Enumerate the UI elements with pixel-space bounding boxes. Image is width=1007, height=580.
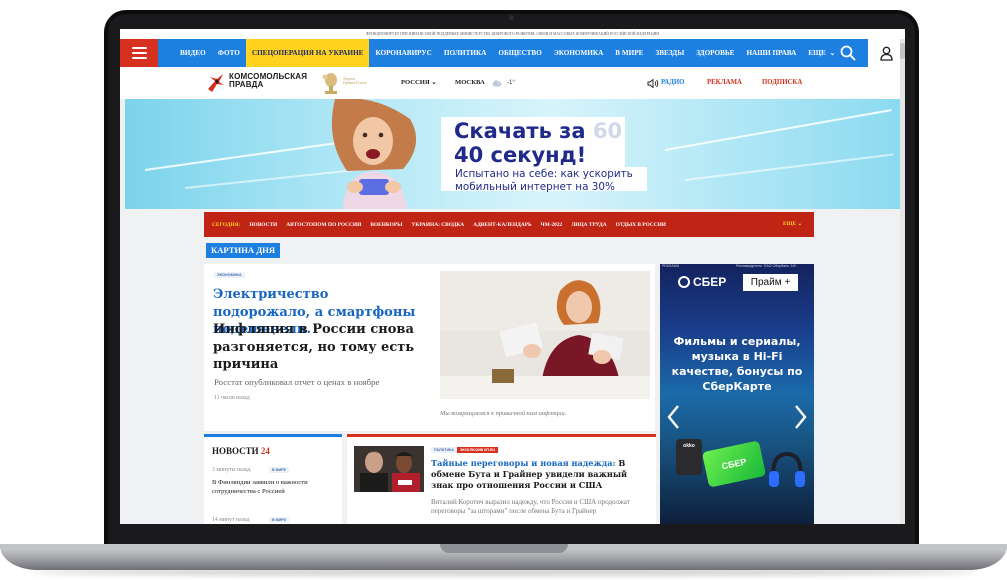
subnav-item-3[interactable]: ВОЕНКОРЫ <box>370 222 402 228</box>
news-item[interactable]: В Финляндии заявили о важности сотруднич… <box>212 479 338 496</box>
subnav-item-5[interactable]: АДВЕНТ-КАЛЕНДАРЬ <box>473 222 531 228</box>
region-select[interactable]: РОССИЯ ⌄ <box>401 67 437 99</box>
headphones-icon <box>769 451 805 487</box>
laptop-notch <box>440 544 568 553</box>
photo-caption: Мы возвращаемся к привычной нам инфляции… <box>440 410 567 417</box>
lead-photo[interactable] <box>440 271 650 399</box>
nav-item-1[interactable]: ВИДЕО <box>174 39 212 67</box>
subnav-item-1[interactable]: НОВОСТИ <box>249 222 277 228</box>
subnav-item-7[interactable]: ЛИЦА ТРУДА <box>571 222 606 228</box>
okko-logo: okko <box>676 439 702 475</box>
subnav-item-4[interactable]: УКРАИНА: СВОДКА <box>411 222 464 228</box>
subscribe-link[interactable]: ПОДПИСКА <box>762 67 802 99</box>
logo-line2: ПРАВДА <box>229 80 264 89</box>
news-tag[interactable]: В МИРЕ <box>269 517 289 523</box>
nav-item-9[interactable]: ЗВЕЗДЫ <box>649 39 690 67</box>
speaker-icon[interactable] <box>647 79 659 88</box>
nav-items: ВИДЕО ФОТО СПЕЦОПЕРАЦИЯ НА УКРАИНЕ КОРОНАВИ… <box>158 39 841 67</box>
banner-title-line2: 40 секунд! <box>454 143 587 167</box>
nav-item-7[interactable]: ЭКОНОМИКА <box>548 39 609 67</box>
picture-of-day-label: КАРТИНА ДНЯ <box>206 243 281 258</box>
sber-logo: СБЕР <box>678 274 726 290</box>
banner-title: Скачать за 60 <box>454 119 623 143</box>
camera <box>509 15 514 20</box>
prime-badge: Прайм + <box>743 274 798 291</box>
chevron-left-icon[interactable] <box>666 404 682 430</box>
lead-headline[interactable]: Инфляция в России снова разгоняется, но … <box>213 321 423 374</box>
news-tag[interactable]: В МИРЕ <box>269 467 289 473</box>
subnav-more[interactable]: ЕЩЕ ⌄ <box>783 212 802 237</box>
side-ad-banner[interactable]: РЕКЛАМА Рекламодатель: ПАО Сбербанк. 18+… <box>660 264 814 524</box>
banner-subtitle: Испытано на себе: как ускорить <box>455 168 633 180</box>
sber-card-image: СБЕР <box>701 440 767 488</box>
city-label[interactable]: МОСКВА <box>455 67 485 99</box>
nav-item-3[interactable]: СПЕЦОПЕРАЦИЯ НА УКРАИНЕ <box>245 39 370 67</box>
exclusive-badge: ЭКСКЛЮЗИВ КП.RU <box>457 447 499 453</box>
nav-item-11[interactable]: НАШИ ПРАВА <box>740 39 802 67</box>
main-nav: ВИДЕО ФОТО СПЕЦОПЕРАЦИЯ НА УКРАИНЕ КОРОНАВИ… <box>120 39 905 67</box>
award-icon <box>322 73 337 94</box>
subnav-item-8[interactable]: ОТДЫХ В РОССИИ <box>616 222 666 228</box>
story-photo[interactable] <box>354 446 424 492</box>
site-header: КОМСОМОЛЬСКАЯ ПРАВДА Лауреат Премии Руне… <box>120 67 900 99</box>
chevron-right-icon[interactable] <box>792 404 808 430</box>
laptop-frame: ФУНКЦИОНИРУЕТ ПРИ ФИНАНСОВОЙ ПОДДЕРЖКЕ М… <box>0 0 1007 580</box>
subnav-item-2[interactable]: АВТОСТОПОМ ПО РОССИИ <box>286 222 361 228</box>
advertising-link[interactable]: РЕКЛАМА <box>707 67 742 99</box>
cloud-icon <box>492 80 502 87</box>
lead-description: Росстат опубликовал отчет о ценах в нояб… <box>214 377 380 387</box>
scrollbar-thumb[interactable] <box>900 43 905 59</box>
lead-article[interactable]: ЭКОНОМИКА Электричество подорожало, а см… <box>204 264 655 431</box>
banner-subtitle-line2: мобильный интернет на 30% <box>455 181 615 193</box>
nav-item-12[interactable]: ЕЩЕ ⌄ <box>802 39 841 67</box>
news-time: 14 минут назад <box>212 517 250 523</box>
nav-item-6[interactable]: ОБЩЕСТВО <box>492 39 547 67</box>
ad-label: РЕКЛАМА <box>662 264 680 268</box>
subnav-item-6[interactable]: ЧМ-2022 <box>541 222 563 228</box>
story-description: Виталий Коротич выразил надежду, что Рос… <box>431 498 630 515</box>
news-title[interactable]: НОВОСТИ 24 <box>212 446 270 456</box>
ad-text: Фильмы и сериалы, музыка в Hi-Fi качеств… <box>671 335 803 393</box>
kp-logo-icon[interactable] <box>206 73 226 93</box>
subnav: СЕГОДНЯ: НОВОСТИ АВТОСТОПОМ ПО РОССИИ ВОЕНК… <box>204 212 814 237</box>
story-rubric[interactable]: ПОЛИТИКА <box>431 447 457 453</box>
story-card[interactable]: ПОЛИТИКА ЭКСКЛЮЗИВ КП.RU Тайные перегово… <box>347 434 656 524</box>
menu-icon[interactable] <box>120 39 158 67</box>
ad-advertiser: Рекламодатель: ПАО Сбербанк. 18+ <box>736 264 797 268</box>
story-headline[interactable]: Тайные переговоры и новая надежда: В обм… <box>431 458 651 491</box>
nav-item-10[interactable]: ЗДОРОВЬЕ <box>690 39 740 67</box>
news-feed: НОВОСТИ 24 3 минуты назад В МИРЕ В Финля… <box>204 434 342 524</box>
award-text: Лауреат Премии Рунета <box>343 77 367 86</box>
chevron-down-icon: ⌄ <box>797 221 802 227</box>
rubric-badge[interactable]: ЭКОНОМИКА <box>214 272 245 278</box>
banner-girl-image <box>331 99 417 209</box>
top-notice: ФУНКЦИОНИРУЕТ ПРИ ФИНАНСОВОЙ ПОДДЕРЖКЕ М… <box>120 29 905 39</box>
scrollbar[interactable] <box>900 39 905 524</box>
nav-item-8[interactable]: В МИРЕ <box>609 39 649 67</box>
news-time: 3 минуты назад <box>212 467 251 473</box>
nav-item-2[interactable]: ФОТО <box>212 39 246 67</box>
browser-screen: ФУНКЦИОНИРУЕТ ПРИ ФИНАНСОВОЙ ПОДДЕРЖКЕ М… <box>120 29 905 524</box>
chevron-down-icon: ⌄ <box>827 49 836 57</box>
sber-check-icon <box>678 275 690 288</box>
search-icon[interactable] <box>839 44 857 62</box>
chevron-down-icon: ⌄ <box>431 79 437 86</box>
radio-link[interactable]: РАДИО <box>661 67 684 99</box>
subnav-today-label: СЕГОДНЯ: <box>212 221 241 228</box>
site-logo[interactable]: КОМСОМОЛЬСКАЯ ПРАВДА <box>229 73 307 89</box>
lead-time: 11 часов назад <box>214 395 250 401</box>
temperature: -1° <box>507 80 515 86</box>
nav-item-4[interactable]: КОРОНАВИРУС <box>369 39 437 67</box>
nav-item-5[interactable]: ПОЛИТИКА <box>438 39 493 67</box>
top-ad-banner[interactable]: Скачать за 60 40 секунд! Испытано на себ… <box>125 99 900 209</box>
